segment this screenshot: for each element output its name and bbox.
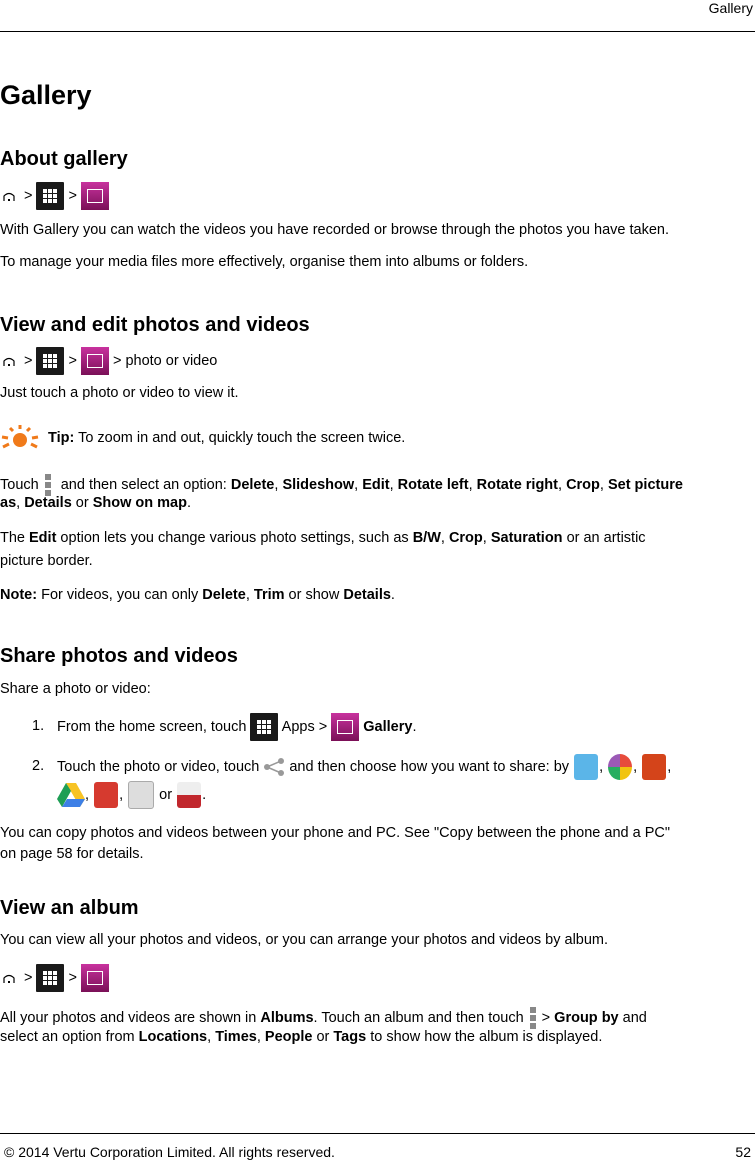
apps-icon [36,347,65,375]
album-intro: You can view all your photos and videos,… [0,932,609,948]
section-heading-about: About gallery [0,148,128,170]
view-para-1: Just touch a photo or video to view it. [0,385,239,401]
picasa-icon [608,754,633,781]
step-number: 1. [32,718,45,734]
note: Note: For videos, you can only Delete, T… [0,587,395,603]
copy-para-line-1: You can copy photos and videos between y… [0,825,670,841]
messaging-icon [642,754,667,781]
share-step-2-line-2: , , or . [57,781,206,810]
youtube-icon [177,782,202,809]
nav-path-about: > > [0,182,109,210]
copyright: © 2014 Vertu Corporation Limited. All ri… [4,1144,335,1160]
share-icon [264,758,285,777]
step-number: 2. [32,758,45,774]
about-para-2: To manage your media files more effectiv… [0,254,529,270]
section-heading-share: Share photos and videos [0,645,238,667]
apps-icon [36,182,65,210]
gallery-icon [80,964,109,992]
share-step-2-line-1: Touch the photo or video, touch and then … [57,753,671,781]
bluetooth-icon [574,754,599,781]
home-icon [3,974,15,983]
overflow-menu-icon [529,1007,536,1029]
page-title: Gallery [0,80,92,110]
drive-icon [57,783,85,808]
footer-rule [0,1133,755,1134]
album-para-line-2: select an option from Locations, Times, … [0,1029,603,1045]
section-heading-album: View an album [0,897,139,919]
share-intro: Share a photo or video: [0,681,151,697]
nav-path-view-edit: > > > photo or video [0,347,217,375]
share-step-1: From the home screen, touch Apps > Galle… [57,713,416,742]
running-header: Gallery [708,0,753,16]
home-icon [3,192,15,201]
section-heading-view-edit: View and edit photos and videos [0,314,310,336]
edit-para-line-2: picture border. [0,553,93,569]
touch-options-line-2: as, Details or Show on map. [0,495,191,511]
google-plus-icon [94,782,119,809]
lightbulb-tip-icon [1,425,39,449]
nav-path-album: > > [0,964,109,992]
gallery-icon [331,713,360,742]
apps-icon [250,713,279,742]
apps-icon [36,964,65,992]
edit-para-line-1: The Edit option lets you change various … [0,530,646,546]
about-para-1: With Gallery you can watch the videos yo… [0,222,669,238]
album-para-line-1: All your photos and videos are shown in … [0,1007,647,1029]
copy-para-line-2: on page 58 for details. [0,846,144,862]
tip: Tip: To zoom in and out, quickly touch t… [0,425,405,451]
gallery-icon [80,182,109,210]
page-number: 52 [735,1144,751,1160]
gmail-icon [128,781,155,810]
gallery-icon [80,347,109,375]
home-icon [3,357,15,366]
header-rule [0,31,755,32]
